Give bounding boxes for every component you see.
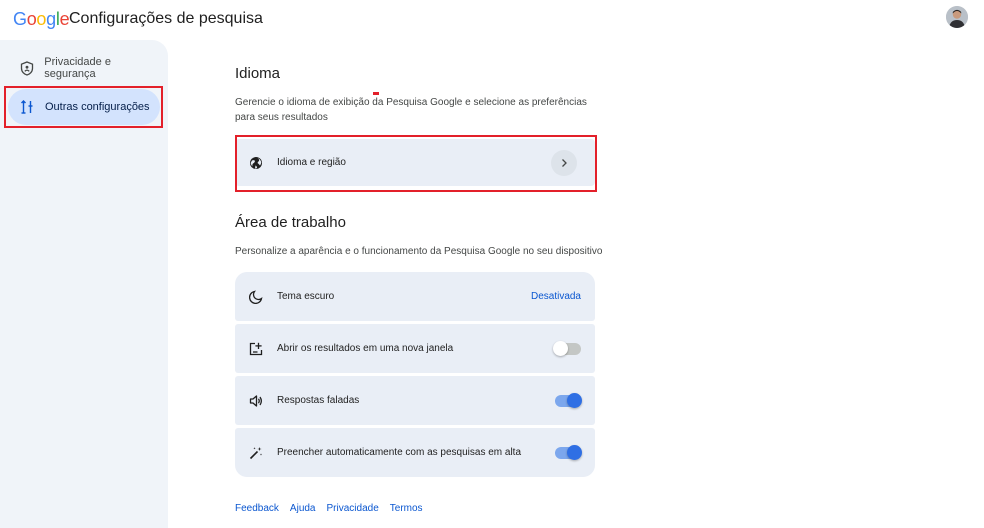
footer-link-help[interactable]: Ajuda [290,503,316,514]
section-description-workspace: Personalize a aparência e o funcionament… [235,246,603,257]
sidebar-item-label: Privacidade e segurança [44,56,111,80]
language-region-row[interactable]: Idioma e região [235,139,595,186]
spoken-answers-label: Respostas faladas [277,395,360,406]
speaker-icon [248,393,264,409]
spoken-answers-row[interactable]: Respostas faladas [235,376,595,425]
sidebar-item-privacy[interactable]: Privacidade e segurança [8,50,160,86]
new-window-icon [248,341,264,357]
autocomplete-trending-row[interactable]: Preencher automaticamente com as pesquis… [235,428,595,477]
sidebar: Privacidade e segurança Outras configura… [0,40,168,528]
toggle-knob [567,444,582,460]
logo-letter: g [46,9,56,29]
moon-icon [248,289,264,305]
page: Google Configurações de pesquisa Privaci… [0,0,984,528]
dark-theme-label: Tema escuro [277,291,335,302]
sidebar-item-label: Outras configurações [45,101,150,113]
new-window-label: Abrir os resultados em uma nova janela [277,343,454,354]
logo-letter: e [59,9,70,29]
dark-theme-row[interactable]: Tema escuro Desativada [235,272,595,321]
spoken-answers-toggle[interactable] [555,392,582,408]
page-title: Configurações de pesquisa [69,10,263,27]
section-title-language: Idioma [235,65,281,82]
globe-icon [248,155,264,171]
shield-icon [19,60,34,76]
new-window-toggle[interactable] [553,340,581,356]
logo-letter: G [13,9,27,29]
language-region-label: Idioma e região [277,157,346,168]
autocomplete-trending-label: Preencher automaticamente com as pesquis… [277,447,522,458]
user-avatar-icon [946,6,968,28]
new-window-row[interactable]: Abrir os resultados em uma nova janela [235,324,595,373]
toggle-knob [567,392,582,408]
section-description-language: Gerencie o idioma de exibição da Pesquis… [235,97,587,123]
footer-link-privacy[interactable]: Privacidade [327,503,379,514]
chevron-right-button[interactable] [551,149,577,176]
header: Google Configurações de pesquisa [0,0,984,40]
avatar[interactable] [946,6,968,28]
tune-icon [19,99,35,115]
section-title-workspace: Área de trabalho [235,214,346,231]
logo-letter: o [36,9,47,29]
magic-wand-icon [248,445,264,461]
sidebar-item-other-settings[interactable]: Outras configurações [8,89,160,125]
autocomplete-trending-toggle[interactable] [555,444,582,460]
dark-theme-value[interactable]: Desativada [531,291,581,302]
footer-link-terms[interactable]: Termos [390,503,423,514]
logo-letter: o [26,9,37,29]
google-logo[interactable]: Google [13,9,70,30]
footer: Feedback Ajuda Privacidade Termos [235,503,423,514]
chevron-right-icon [562,158,567,167]
toggle-knob [553,340,568,356]
footer-link-feedback[interactable]: Feedback [235,503,279,514]
highlight-marker [373,92,379,95]
